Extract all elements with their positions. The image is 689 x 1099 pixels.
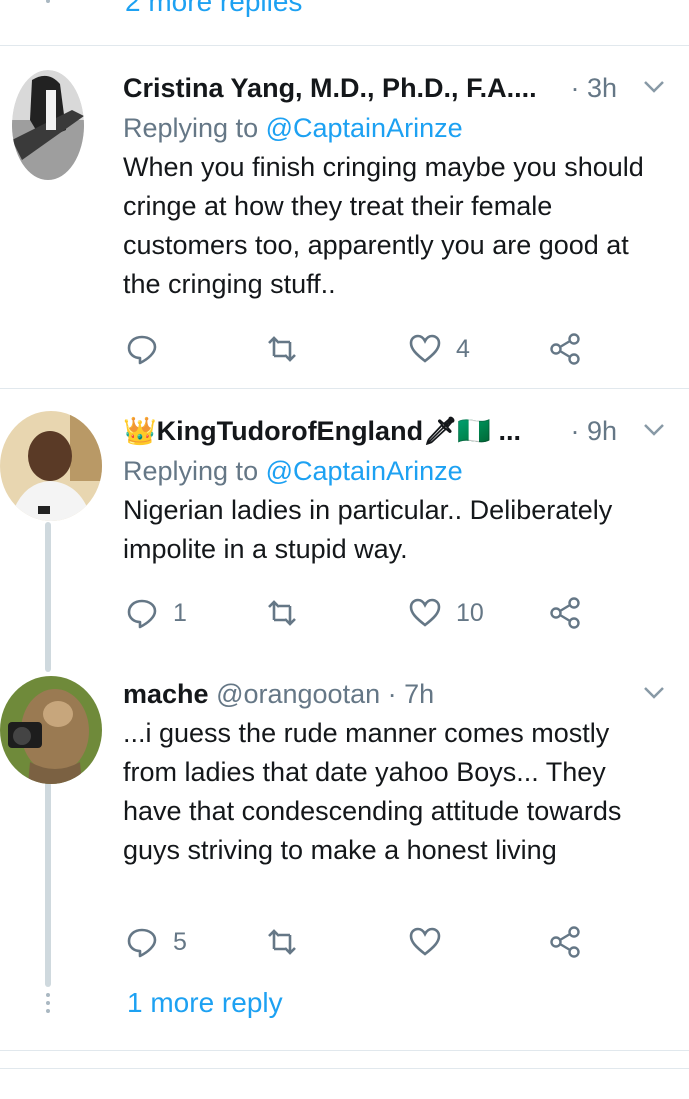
reply-button[interactable]: 5	[125, 922, 187, 962]
like-icon	[409, 334, 441, 363]
reply-icon	[127, 599, 157, 629]
timestamp[interactable]: · 3h	[570, 73, 617, 103]
like-count: 4	[456, 334, 470, 363]
mention-link[interactable]: @CaptainArinze	[266, 456, 463, 486]
display-name[interactable]: Cristina Yang, M.D., Ph.D., F.A....	[123, 73, 537, 103]
share-icon	[550, 926, 580, 958]
like-icon	[409, 927, 441, 956]
timestamp[interactable]: · 9h	[570, 416, 617, 446]
replying-to: Replying to @CaptainArinze	[123, 108, 669, 148]
tweet[interactable]: mache @orangootan · 7h ...i guess the ru…	[0, 674, 689, 984]
replying-to: Replying to @CaptainArinze	[123, 451, 669, 491]
retweet-icon	[268, 336, 296, 362]
reply-button[interactable]	[125, 329, 173, 369]
user-handle[interactable]: @orangootan	[216, 679, 380, 709]
retweet-button[interactable]	[265, 329, 313, 369]
share-button[interactable]	[549, 922, 583, 962]
replying-to-label: Replying to	[123, 456, 266, 486]
like-icon	[409, 598, 441, 627]
like-button[interactable]	[408, 922, 456, 962]
avatar[interactable]	[0, 676, 102, 784]
reply-button[interactable]: 1	[125, 593, 187, 633]
tweet-text: Nigerian ladies in particular.. Delibera…	[123, 495, 613, 564]
share-icon	[550, 597, 580, 629]
tweet-header: mache @orangootan · 7h	[123, 674, 669, 714]
retweet-button[interactable]	[265, 593, 313, 633]
retweet-icon	[268, 929, 296, 955]
chevron-down-icon[interactable]	[643, 686, 665, 700]
timestamp[interactable]: · 7h	[388, 679, 435, 709]
divider	[0, 1068, 689, 1069]
more-replies-link[interactable]: 1 more reply	[127, 987, 283, 1019]
thread-dots-icon	[46, 0, 50, 6]
tweet-actions: 1 10	[0, 593, 689, 633]
like-count: 10	[456, 598, 484, 627]
tweet[interactable]: Cristina Yang, M.D., Ph.D., F.A.... · 3h…	[0, 46, 689, 388]
avatar[interactable]	[0, 411, 102, 521]
tweet-content: Cristina Yang, M.D., Ph.D., F.A.... · 3h…	[123, 68, 669, 304]
thread-dots-icon	[46, 993, 50, 1017]
like-button[interactable]: 4	[408, 329, 470, 369]
replying-to-label: Replying to	[123, 113, 266, 143]
like-button[interactable]: 10	[408, 593, 484, 633]
chevron-down-icon[interactable]	[643, 80, 665, 94]
tweet-actions: 4	[0, 329, 689, 369]
retweet-icon	[268, 600, 296, 626]
mention-link[interactable]: @CaptainArinze	[266, 113, 463, 143]
share-button[interactable]	[549, 593, 583, 633]
tweet[interactable]: 👑KingTudorofEngland🗡🇳🇬 ... · 9h Replying…	[0, 389, 689, 674]
tweet-text: ...i guess the rude manner comes mostly …	[123, 718, 622, 865]
reply-icon	[127, 335, 157, 365]
tweet-header: 👑KingTudorofEngland🗡🇳🇬 ... · 9h	[123, 411, 669, 451]
share-icon	[550, 333, 580, 365]
tweet-text: When you finish cringing maybe you shoul…	[123, 152, 644, 299]
more-replies-row-top[interactable]: 2 more replies	[0, 0, 689, 46]
tweet-header: Cristina Yang, M.D., Ph.D., F.A.... · 3h	[123, 68, 669, 108]
display-name[interactable]: mache	[123, 679, 209, 709]
reply-count: 5	[173, 927, 187, 956]
chevron-down-icon[interactable]	[643, 423, 665, 437]
tweet-content: mache @orangootan · 7h ...i guess the ru…	[123, 674, 669, 870]
tweet-content: 👑KingTudorofEngland🗡🇳🇬 ... · 9h Replying…	[123, 411, 669, 569]
divider	[0, 1050, 689, 1051]
avatar[interactable]	[12, 70, 84, 180]
tweet-actions: 5	[0, 922, 689, 962]
retweet-button[interactable]	[265, 922, 313, 962]
reply-count: 1	[173, 598, 187, 627]
more-replies-link[interactable]: 2 more replies	[125, 0, 302, 18]
reply-icon	[127, 928, 157, 958]
share-button[interactable]	[549, 329, 583, 369]
more-replies-row[interactable]: 1 more reply	[0, 985, 689, 1030]
display-name[interactable]: 👑KingTudorofEngland🗡🇳🇬 ...	[123, 416, 521, 446]
